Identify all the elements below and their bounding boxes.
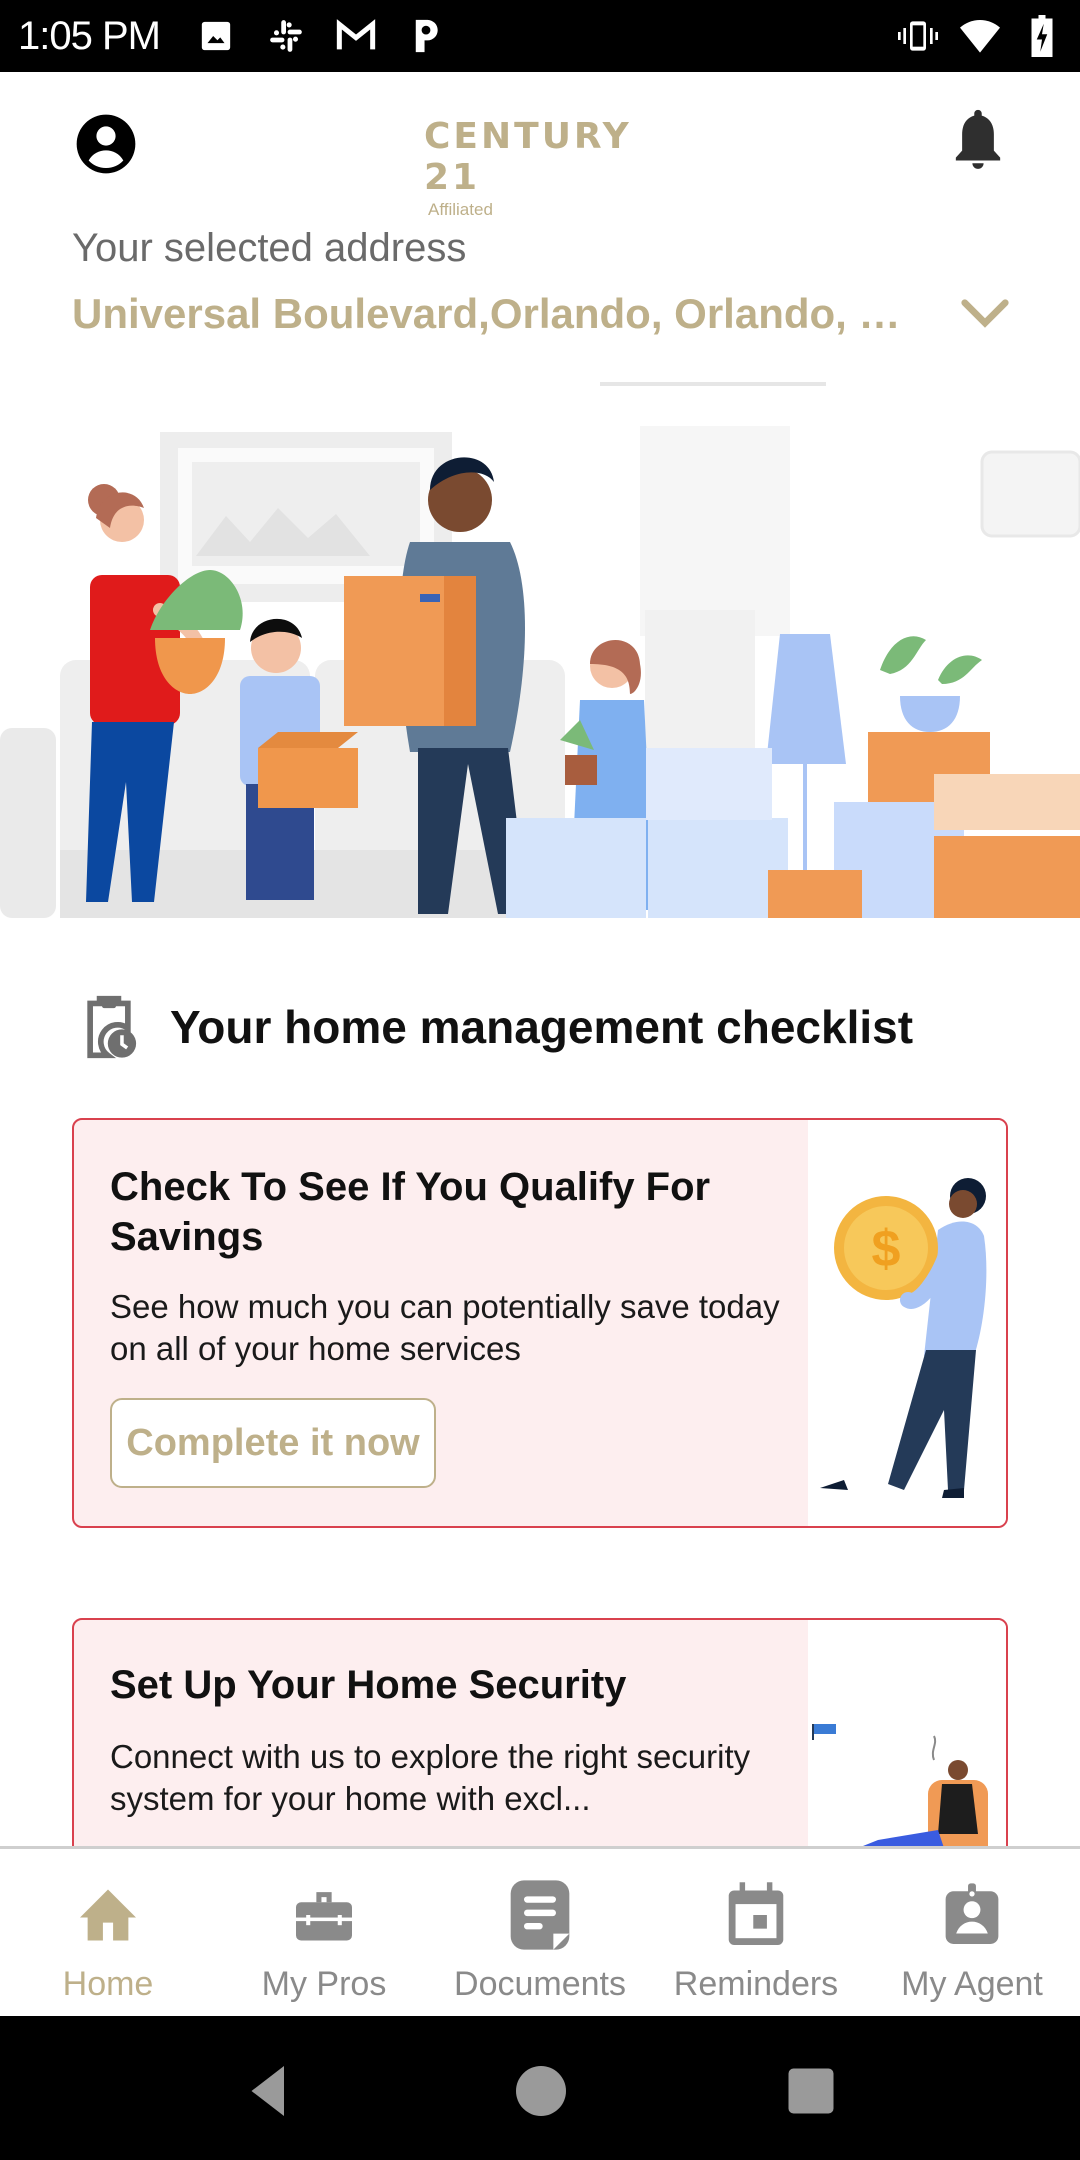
recents-button[interactable] [786,2066,836,2116]
brand-name: CENTURY 21 [424,116,632,198]
century21-logo: CENTURY 21 Affiliated [424,116,664,219]
card-title: Check To See If You Qualify For Savings [110,1165,711,1259]
home-circle-icon [516,2066,566,2116]
calendar-icon [722,1879,790,1951]
system-status-icons [898,15,1062,57]
profile-button[interactable] [74,112,138,176]
document-icon [506,1879,574,1951]
nav-documents[interactable]: Documents [432,1849,648,2016]
chevron-down-icon [961,299,1009,328]
brand-subtitle: Affiliated [428,200,493,219]
svg-text:$: $ [872,1220,901,1278]
system-navigation-bar [0,2016,1080,2160]
recents-square-icon [788,2068,834,2114]
nav-my-pros[interactable]: My Pros [216,1849,432,2016]
status-bar: 1:05 PM [0,0,1080,72]
nav-label: Documents [454,1965,626,2003]
gallery-icon [196,16,236,56]
contact-badge-icon [938,1879,1006,1951]
status-time: 1:05 PM [18,13,161,58]
bottom-navigation: Home My Pros Documents Reminders My Agen… [0,1846,1080,2016]
address-dropdown-button[interactable] [958,290,1012,338]
vibrate-icon [898,16,938,56]
clipboard-clock-icon [80,994,138,1060]
checklist-title: Your home management checklist [170,1001,914,1053]
nav-my-agent[interactable]: My Agent [864,1849,1080,2016]
complete-it-now-button[interactable]: Complete it now [110,1398,436,1488]
man-carrying-coin-illustration: $ [808,1120,1006,1526]
card-description: See how much you can potentially save to… [110,1288,780,1367]
nav-label: My Pros [261,1965,387,2003]
slack-icon [266,16,306,56]
card-description: Connect with us to explore the right sec… [110,1738,751,1817]
back-triangle-icon [251,2066,284,2116]
home-screen: 1:05 PM CENTURY 21 Affiliated Your selec… [0,0,1080,2160]
pandora-icon [406,16,446,56]
wifi-icon [960,16,1000,56]
back-button[interactable] [244,2066,294,2116]
address-label: Your selected address [72,226,467,270]
checklist-header: Your home management checklist [80,990,913,1064]
selected-address[interactable]: Universal Boulevard,Orlando, Orlando, FL… [72,290,922,338]
account-circle-icon [76,114,136,174]
gmail-icon [336,16,376,56]
checklist-card-savings[interactable]: Check To See If You Qualify For Savings … [72,1118,1008,1528]
family-moving-illustration [0,370,1080,918]
notifications-button[interactable] [950,106,1006,172]
bell-icon [955,109,1001,169]
nav-reminders[interactable]: Reminders [648,1849,864,2016]
nav-label: My Agent [901,1965,1043,2003]
card-title: Set Up Your Home Security [110,1663,627,1707]
nav-label: Reminders [673,1965,839,2003]
home-icon [74,1879,142,1951]
nav-home[interactable]: Home [0,1849,216,2016]
nav-label: Home [62,1965,154,2003]
briefcase-icon [290,1879,358,1951]
home-system-button[interactable] [516,2066,566,2116]
app-header: CENTURY 21 Affiliated [0,72,1080,219]
notification-icons [196,16,446,56]
battery-charging-icon [1022,15,1062,57]
